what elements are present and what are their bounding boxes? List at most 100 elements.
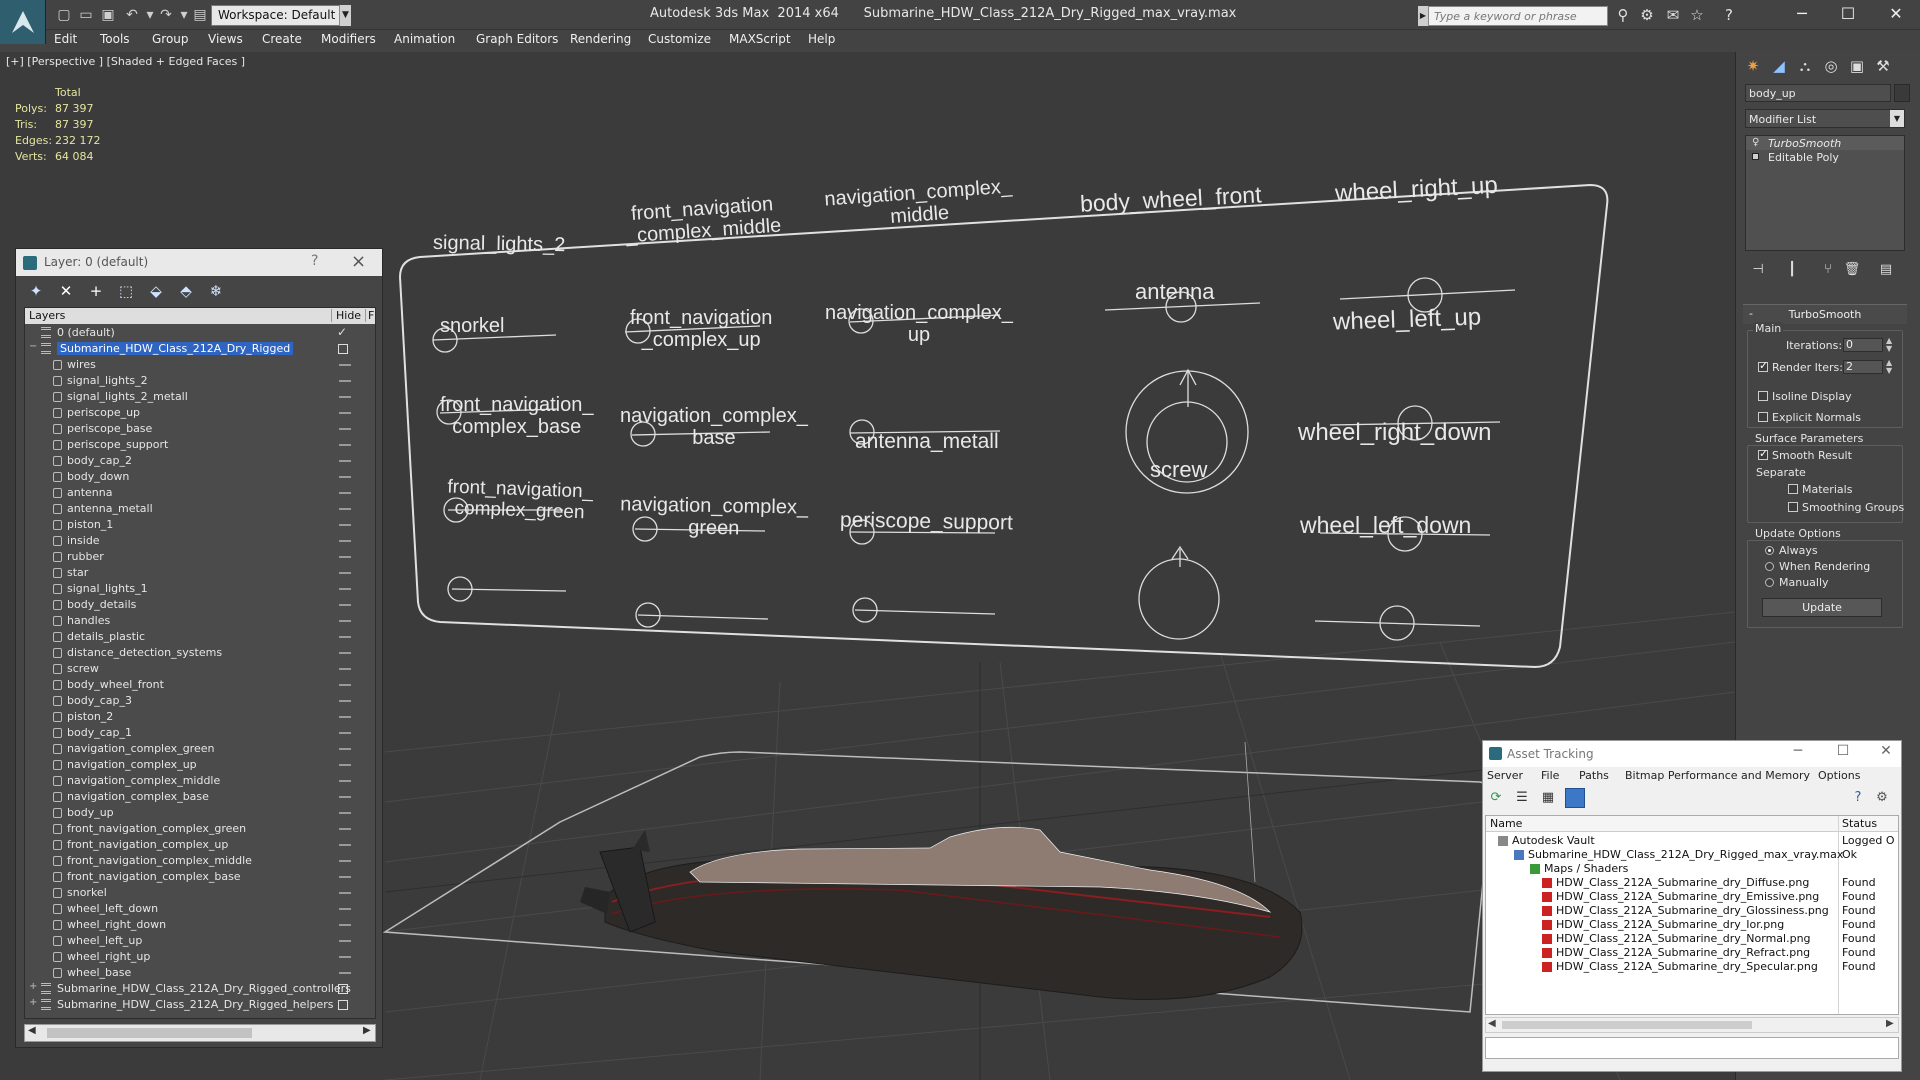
layer-row[interactable]: signal_lights_1 [25, 581, 375, 597]
asset-row[interactable]: HDW_Class_212A_Submarine_dry_Emissive.pn… [1486, 890, 1898, 904]
layer-row-name[interactable]: wires [67, 358, 96, 371]
layer-row[interactable]: wheel_right_up [25, 949, 375, 965]
layer-row-name[interactable]: body_cap_3 [67, 694, 132, 707]
create-tab-icon[interactable]: ✷ [1740, 54, 1766, 78]
scroll-left-icon[interactable]: ◀ [28, 1025, 36, 1036]
layer-row-name[interactable]: Submarine_HDW_Class_212A_Dry_Rigged_cont… [57, 982, 351, 995]
hide-toggle[interactable] [339, 508, 351, 510]
layer-row[interactable]: + Submarine_HDW_Class_212A_Dry_Rigged_hel… [25, 997, 375, 1013]
layer-row-name[interactable]: signal_lights_2 [67, 374, 148, 387]
col-freeze[interactable]: F [365, 309, 374, 322]
layer-row[interactable]: periscope_support [25, 437, 375, 453]
layer-row[interactable]: antenna_metall [25, 501, 375, 517]
layer-row-name[interactable]: front_navigation_complex_middle [67, 854, 252, 867]
hide-toggle[interactable] [339, 364, 351, 366]
configure-sets-icon[interactable]: ▤ [1876, 262, 1896, 280]
layer-row-name[interactable]: front_navigation_complex_base [67, 870, 241, 883]
display-tab-icon[interactable]: ▣ [1844, 54, 1870, 78]
layer-row-name[interactable]: signal_lights_1 [67, 582, 148, 595]
stack-editable-poly[interactable]: Editable Poly [1768, 151, 1839, 164]
layer-row-name[interactable]: periscope_up [67, 406, 140, 419]
hide-toggle[interactable] [339, 572, 351, 574]
open-file-icon[interactable]: ▭ [78, 7, 94, 23]
layer-row-name[interactable]: navigation_complex_green [67, 742, 214, 755]
hide-toggle[interactable] [339, 956, 351, 958]
layer-row[interactable]: wheel_left_down [25, 901, 375, 917]
layer-row-name[interactable]: star [67, 566, 88, 579]
add-to-layer-icon[interactable]: + [86, 281, 106, 301]
asset-row[interactable]: Autodesk Vault Logged O [1486, 834, 1898, 848]
layer-list[interactable]: Layers Hide F 0 (default) ✓ − Submarine_HDW… [24, 307, 376, 1019]
layer-row[interactable]: snorkel [25, 885, 375, 901]
layer-row-name[interactable]: navigation_complex_middle [67, 774, 220, 787]
hide-toggle[interactable] [339, 844, 351, 846]
set-current-layer-box[interactable] [338, 984, 348, 994]
layer-row-name[interactable]: front_navigation_complex_up [67, 838, 228, 851]
menu-animation[interactable]: Animation [394, 32, 455, 46]
binoculars-icon[interactable]: ⚲ [1614, 6, 1632, 24]
menu-views[interactable]: Views [208, 32, 243, 46]
hide-toggle[interactable] [339, 460, 351, 462]
redo-icon[interactable]: ↷ [158, 7, 174, 23]
menu-help[interactable]: Help [808, 32, 835, 46]
layer-row[interactable]: periscope_up [25, 405, 375, 421]
layer-row[interactable]: front_navigation_complex_up [25, 837, 375, 853]
asset-help-icon[interactable]: ? [1849, 789, 1867, 807]
layer-row-name[interactable]: wheel_right_down [67, 918, 166, 931]
layer-row-name[interactable]: body_down [67, 470, 129, 483]
hide-toggle[interactable] [339, 444, 351, 446]
current-layer-check-icon[interactable]: ✓ [337, 325, 347, 339]
layer-row-name[interactable]: signal_lights_2_metall [67, 390, 188, 403]
layer-row[interactable]: antenna [25, 485, 375, 501]
workspace-dropdown[interactable]: Workspace: Default [211, 5, 351, 26]
turbosmooth-rollout-header[interactable]: - TurboSmooth [1743, 304, 1907, 324]
hide-toggle[interactable] [339, 940, 351, 942]
hide-toggle[interactable] [339, 892, 351, 894]
materials-checkbox[interactable] [1788, 484, 1798, 494]
layer-row[interactable]: body_cap_1 [25, 725, 375, 741]
layer-row-name[interactable]: body_up [67, 806, 114, 819]
hide-toggle[interactable] [339, 684, 351, 686]
redo-dropdown-icon[interactable]: ▾ [176, 7, 192, 23]
object-name-field[interactable]: body_up [1745, 84, 1891, 102]
asset-menu-paths[interactable]: Paths [1579, 769, 1609, 782]
hide-toggle[interactable] [339, 492, 351, 494]
spinner-arrows-icon[interactable]: ▲ ▼ [1886, 337, 1892, 353]
asset-menu-server[interactable]: Server [1487, 769, 1523, 782]
menu-modifiers[interactable]: Modifiers [321, 32, 376, 46]
list-view-icon[interactable]: ☰ [1513, 789, 1531, 807]
project-folder-icon[interactable]: ▤ [192, 7, 208, 23]
layer-row-name[interactable]: rubber [67, 550, 104, 563]
layer-row-name[interactable]: piston_2 [67, 710, 113, 723]
hide-toggle[interactable] [339, 908, 351, 910]
expand-plus-icon[interactable]: + [29, 981, 37, 992]
col-hide[interactable]: Hide [331, 309, 361, 322]
hide-toggle[interactable] [339, 748, 351, 750]
menu-create[interactable]: Create [262, 32, 302, 46]
layer-row[interactable]: piston_1 [25, 517, 375, 533]
object-color-swatch[interactable] [1894, 84, 1910, 102]
make-unique-icon[interactable]: ⑂ [1818, 262, 1838, 280]
layer-row-name[interactable]: inside [67, 534, 100, 547]
layer-row-name[interactable]: distance_detection_systems [67, 646, 222, 659]
hide-toggle[interactable] [339, 876, 351, 878]
layer-row[interactable]: front_navigation_complex_middle [25, 853, 375, 869]
asset-minimize-button[interactable]: ─ [1783, 743, 1813, 759]
layer-row[interactable]: body_details [25, 597, 375, 613]
explicit-normals-checkbox[interactable] [1758, 412, 1768, 422]
asset-maximize-button[interactable]: ☐ [1828, 743, 1858, 759]
layer-row-name[interactable]: body_details [67, 598, 136, 611]
layer-row[interactable]: body_wheel_front [25, 677, 375, 693]
layer-row[interactable]: details_plastic [25, 629, 375, 645]
hide-toggle[interactable] [339, 924, 351, 926]
create-layer-icon[interactable]: ✦ [26, 281, 46, 301]
lightbulb-icon[interactable]: ♀ [1752, 137, 1759, 148]
layer-row[interactable]: wheel_left_up [25, 933, 375, 949]
layer-row-name[interactable]: Submarine_HDW_Class_212A_Dry_Rigged_help… [57, 998, 334, 1011]
menu-customize[interactable]: Customize [648, 32, 711, 46]
hide-toggle[interactable] [339, 972, 351, 974]
col-name[interactable]: Name [1490, 817, 1522, 830]
scroll-right-icon[interactable]: ▶ [1886, 1018, 1894, 1029]
layer-row[interactable]: body_cap_2 [25, 453, 375, 469]
app-logo-button[interactable] [0, 0, 46, 44]
